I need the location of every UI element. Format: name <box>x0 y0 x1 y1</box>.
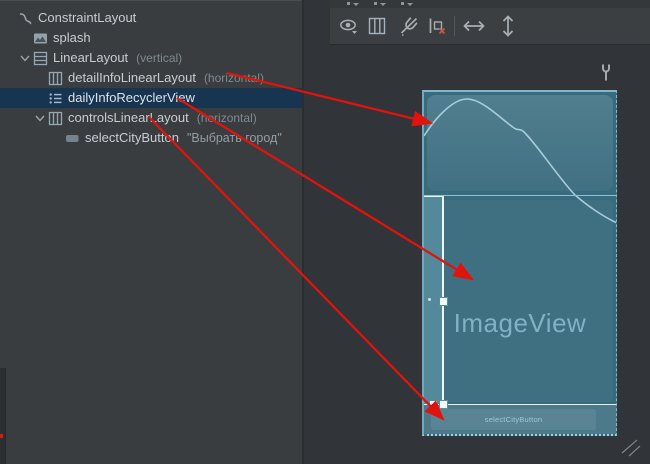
clipped-icon-dot <box>347 2 350 5</box>
tree-item-label: dailyInfoRecyclerView <box>68 88 195 108</box>
section-divider-line <box>424 195 616 196</box>
tree-item-label: selectCityButton <box>85 128 179 148</box>
horizontal-arrow-icon <box>462 16 486 36</box>
layout-editor: ConstraintLayout splash LinearLayout (ve… <box>0 0 650 464</box>
resize-corner-handle[interactable] <box>620 438 642 463</box>
selection-handle-bottom-center[interactable] <box>429 400 438 409</box>
recycler-view-icon <box>48 91 63 106</box>
clear-constraints-button[interactable] <box>424 13 450 39</box>
chevron-slot <box>2 10 18 26</box>
tree-item-orientation: (vertical) <box>136 48 182 68</box>
selection-anchor-dot <box>428 298 431 301</box>
clipped-toolbar-strip <box>330 0 650 8</box>
eye-icon <box>338 15 360 37</box>
vertical-arrow-icon <box>498 14 518 38</box>
selection-handle-bottom-right[interactable] <box>439 400 448 409</box>
imageview-placeholder-label: ImageView <box>424 308 616 339</box>
image-icon <box>33 31 48 46</box>
tree-item-label: controlsLinearLayout <box>68 108 189 128</box>
button-icon <box>65 131 80 146</box>
view-options-button[interactable] <box>336 13 362 39</box>
component-tree-panel: ConstraintLayout splash LinearLayout (ve… <box>0 0 302 464</box>
clipped-icon-dot <box>401 2 404 5</box>
selection-handle-right-middle[interactable] <box>439 297 448 306</box>
splash-curve-graphic <box>424 92 616 434</box>
controls-linear-layout[interactable]: selectCityButton <box>424 405 616 434</box>
wrench-icon <box>599 63 613 88</box>
tree-item-label: detailInfoLinearLayout <box>68 68 196 88</box>
toolbar-separator <box>454 16 455 36</box>
bottom-left-panel-edge <box>0 368 6 464</box>
tree-item-dailyinforecyclerview[interactable]: dailyInfoRecyclerView <box>0 88 302 108</box>
tree-item-text-value: "Выбрать город" <box>187 128 282 148</box>
tree-item-label: splash <box>53 28 91 48</box>
tree-item-label: ConstraintLayout <box>38 8 136 28</box>
select-city-button-preview[interactable]: selectCityButton <box>431 409 596 430</box>
chevron-down-icon[interactable] <box>17 50 33 66</box>
tree-item-orientation: (horizontal) <box>204 68 264 88</box>
constraint-layout-icon <box>18 11 33 26</box>
columns-icon <box>367 16 387 36</box>
autoconnect-off-button[interactable] <box>396 13 422 39</box>
chevron-slot <box>32 90 48 106</box>
tree-item-label: LinearLayout <box>53 48 128 68</box>
tree-item-splash[interactable]: splash <box>0 28 302 48</box>
tree-item-selectcitybutton[interactable]: selectCityButton "Выбрать город" <box>0 128 302 148</box>
design-surface: ImageView selectCityButton <box>304 0 650 464</box>
expand-vertically-button[interactable] <box>495 13 521 39</box>
clipped-caret-icon <box>380 3 386 6</box>
chevron-down-icon[interactable] <box>32 110 48 126</box>
expand-horizontally-button[interactable] <box>461 13 487 39</box>
linear-layout-vertical-icon <box>33 51 48 66</box>
tree-item-linearlayout[interactable]: LinearLayout (vertical) <box>0 48 302 68</box>
clipped-icon-dot <box>374 2 377 5</box>
design-editor-toolbar <box>330 8 650 45</box>
tree-item-controlslinearlayout[interactable]: controlsLinearLayout (horizontal) <box>0 108 302 128</box>
tree-item-detailinfolinearlayout[interactable]: detailInfoLinearLayout (horizontal) <box>0 68 302 88</box>
linear-layout-horizontal-icon <box>48 71 63 86</box>
chevron-slot <box>32 70 48 86</box>
chevron-slot <box>49 130 65 146</box>
clipped-caret-icon <box>353 3 359 6</box>
red-annotation-speck <box>0 434 3 438</box>
linear-layout-horizontal-icon <box>48 111 63 126</box>
clear-constraints-icon <box>426 15 448 37</box>
switch-orientation-button[interactable] <box>364 13 390 39</box>
magnet-slash-icon <box>398 15 420 37</box>
tree-item-orientation: (horizontal) <box>197 108 257 128</box>
layout-preview[interactable]: ImageView selectCityButton <box>422 90 617 436</box>
chevron-slot <box>17 30 33 46</box>
tree-item-constraintlayout[interactable]: ConstraintLayout <box>0 8 302 28</box>
component-tree: ConstraintLayout splash LinearLayout (ve… <box>0 8 302 148</box>
clipped-caret-icon <box>407 3 413 6</box>
